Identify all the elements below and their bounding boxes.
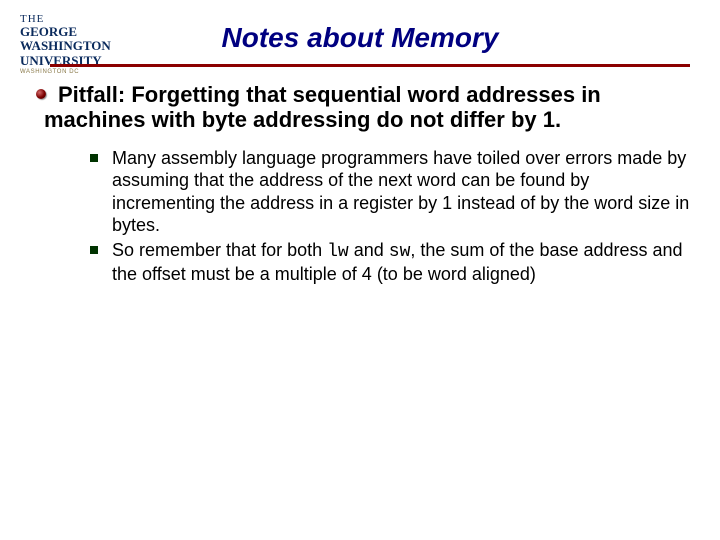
sub-bullet-list: Many assembly language programmers have … — [40, 147, 692, 286]
slide-content: Pitfall: Forgetting that sequential word… — [40, 82, 692, 288]
code-sw: sw — [389, 242, 411, 262]
square-bullet-icon — [90, 154, 98, 162]
sub-item-2-text-a: So remember that for both — [112, 240, 327, 260]
slide: THE GEORGE WASHINGTON UNIVERSITY WASHING… — [0, 0, 720, 540]
sub-item-1: Many assembly language programmers have … — [90, 147, 692, 237]
sub-item-2-text-b: and — [349, 240, 389, 260]
pitfall-text: Forgetting that sequential word addresse… — [44, 82, 601, 132]
sub-item-2: So remember that for both lw and sw, the… — [90, 239, 692, 286]
title-divider — [50, 64, 690, 67]
code-lw: lw — [327, 242, 349, 262]
pitfall-label: Pitfall: — [58, 82, 125, 107]
sub-item-1-text: Many assembly language programmers have … — [112, 148, 689, 236]
square-bullet-icon — [90, 246, 98, 254]
slide-title: Notes about Memory — [0, 22, 720, 54]
logo-tagline: WASHINGTON DC — [20, 69, 120, 75]
pitfall-item: Pitfall: Forgetting that sequential word… — [40, 82, 692, 133]
sphere-bullet-icon — [34, 87, 48, 101]
